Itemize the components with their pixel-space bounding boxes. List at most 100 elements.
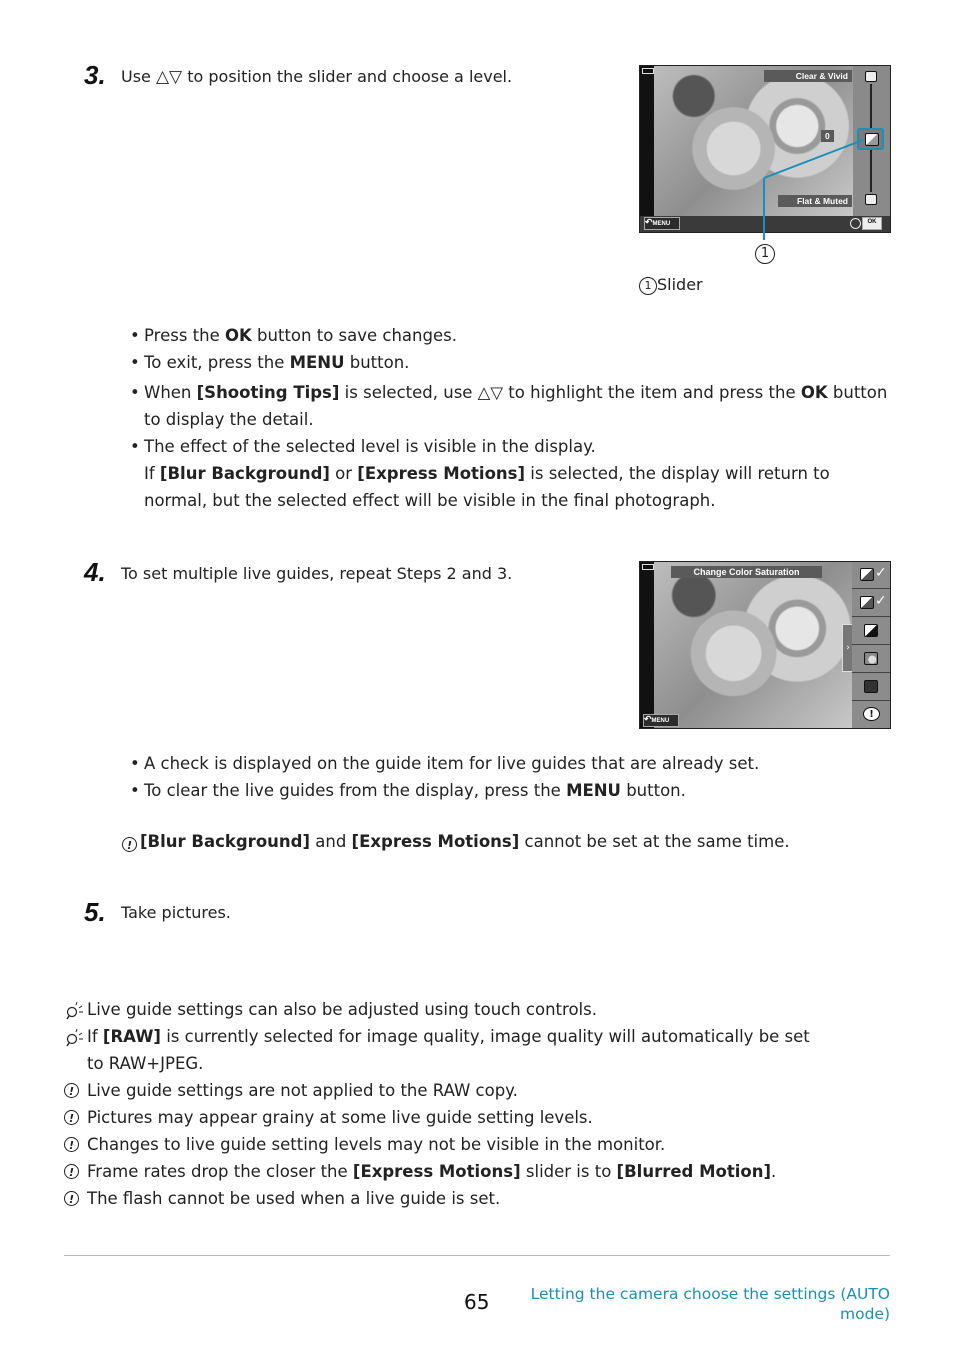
bullet-item: • To exit, press the MENU button. bbox=[130, 353, 410, 372]
text-run: is selected, use △▽ to highlight the ite… bbox=[339, 383, 801, 402]
text-run: Frame rates drop the closer the bbox=[87, 1162, 353, 1181]
up-down-arrows-icon: △▽ bbox=[155, 67, 183, 87]
bullet-continuation: If [Blur Background] or [Express Motions… bbox=[144, 460, 894, 514]
text-run: is currently selected for image quality,… bbox=[87, 1027, 810, 1073]
back-menu-button[interactable]: ↶MENU bbox=[644, 217, 680, 230]
text-run: and bbox=[310, 832, 352, 851]
screen-left-bar bbox=[640, 562, 654, 728]
guide-title-label: Change Color Saturation bbox=[671, 566, 822, 578]
caution-icon: ! bbox=[64, 1164, 79, 1179]
back-arrow-icon: ↶ bbox=[644, 714, 652, 724]
step-4-bullets: • A check is displayed on the guide item … bbox=[130, 750, 894, 804]
text-run: button. bbox=[344, 353, 410, 372]
caution-icon: ! bbox=[64, 1137, 79, 1152]
caution-note: ! The flash cannot be used when a live gu… bbox=[64, 1185, 824, 1212]
caution-icon: ! bbox=[64, 1110, 79, 1125]
step-3-number: 3. bbox=[84, 60, 106, 90]
guide-item-express-motions[interactable] bbox=[852, 674, 890, 701]
caution-note: ! Changes to live guide setting levels ma… bbox=[64, 1131, 824, 1158]
section-link[interactable]: Letting the camera choose the settings (… bbox=[530, 1284, 890, 1324]
step-4-instruction: To set multiple live guides, repeat Step… bbox=[121, 564, 513, 583]
text-run: To exit, press the bbox=[144, 353, 290, 372]
camera-screen-guides: Change Color Saturation › ✓ ✓ ! ↶MENU bbox=[639, 561, 891, 729]
caution-note: ! Frame rates drop the closer the [Expres… bbox=[64, 1158, 824, 1185]
text-run: cannot be set at the same time. bbox=[519, 832, 790, 851]
text-run: button to save changes. bbox=[251, 326, 457, 345]
check-icon: ✓ bbox=[875, 565, 887, 581]
bullet-item: • To clear the live guides from the displ… bbox=[130, 781, 686, 800]
back-menu-label: MENU bbox=[652, 221, 671, 227]
guide-item-color-saturation[interactable]: ✓ bbox=[852, 562, 890, 589]
color-tone-icon bbox=[860, 596, 874, 609]
bullet-item: • When [Shooting Tips] is selected, use △… bbox=[130, 383, 888, 429]
tip-lightbulb-icon bbox=[64, 1028, 84, 1056]
bold-term: [Express Motions] bbox=[357, 464, 526, 483]
step-3-bullets: • Press the OK button to save changes. • T… bbox=[130, 322, 894, 514]
bold-term: [Shooting Tips] bbox=[196, 383, 340, 402]
bold-term: OK bbox=[225, 326, 252, 345]
page-number: 65 bbox=[464, 1290, 490, 1314]
caution-icon: ! bbox=[122, 837, 137, 852]
footer-divider bbox=[64, 1255, 890, 1256]
bold-term: [RAW] bbox=[102, 1027, 161, 1046]
text-run: Pictures may appear grainy at some live … bbox=[87, 1108, 593, 1127]
bullet-item: • A check is displayed on the guide item … bbox=[130, 754, 760, 773]
bold-term: [Blurred Motion] bbox=[616, 1162, 772, 1181]
caution-icon: ! bbox=[64, 1191, 79, 1206]
guide-item-brightness[interactable] bbox=[852, 618, 890, 645]
text-run: or bbox=[329, 464, 358, 483]
bullet-item: • Press the OK button to save changes. bbox=[130, 326, 457, 345]
top-label: Clear & Vivid bbox=[764, 70, 852, 82]
text-run: Changes to live guide setting levels may… bbox=[87, 1135, 666, 1154]
guide-item-color-tone[interactable]: ✓ bbox=[852, 590, 890, 617]
slider-caption: 1 Slider bbox=[639, 275, 703, 295]
caution-note: ! Pictures may appear grainy at some live… bbox=[64, 1104, 824, 1131]
caution-note: ! Live guide settings are not applied to … bbox=[64, 1077, 824, 1104]
bold-term: [Express Motions] bbox=[351, 832, 520, 851]
guide-menu: ✓ ✓ ! bbox=[852, 562, 890, 728]
step-5-number: 5. bbox=[84, 897, 106, 927]
bold-term: OK bbox=[800, 383, 828, 402]
bullet-item: • The effect of the selected level is vis… bbox=[130, 437, 596, 456]
back-menu-button[interactable]: ↶MENU bbox=[643, 714, 679, 727]
bold-term: [Blur Background] bbox=[140, 832, 310, 851]
step-5-instruction: Take pictures. bbox=[121, 903, 231, 922]
text-run: button. bbox=[620, 781, 686, 800]
text-run: Live guide settings are not applied to t… bbox=[87, 1081, 518, 1100]
screen-left-bar bbox=[640, 66, 654, 216]
caution-icon: ! bbox=[64, 1083, 79, 1098]
bold-term: [Express Motions] bbox=[352, 1162, 521, 1181]
live-view-photo bbox=[654, 562, 853, 728]
step-4-note: ! [Blur Background] and [Express Motions]… bbox=[122, 828, 790, 855]
text-run: The effect of the selected level is visi… bbox=[144, 437, 596, 456]
color-saturation-icon bbox=[860, 568, 874, 581]
text-run: If bbox=[144, 464, 160, 483]
bold-term: MENU bbox=[289, 353, 345, 372]
bold-term: [Blur Background] bbox=[159, 464, 330, 483]
guide-item-blur-background[interactable] bbox=[852, 646, 890, 673]
slider-top-icon bbox=[865, 71, 877, 82]
step-3-text-before: Use bbox=[121, 67, 151, 86]
guide-item-shooting-tips[interactable]: ! bbox=[852, 702, 890, 728]
callout-number: 1 bbox=[755, 244, 775, 264]
text-run: When bbox=[144, 383, 197, 402]
tip-note: If [RAW] is currently selected for image… bbox=[64, 1023, 824, 1077]
text-run: Live guide settings can also be adjusted… bbox=[87, 1000, 597, 1019]
text-run: To clear the live guides from the displa… bbox=[144, 781, 567, 800]
blur-background-icon bbox=[864, 652, 878, 665]
step-3-text-after: to position the slider and choose a leve… bbox=[187, 67, 513, 86]
bold-term: MENU bbox=[566, 781, 621, 800]
step-3-instruction: Use △▽ to position the slider and choose… bbox=[121, 67, 512, 87]
express-motions-icon bbox=[864, 680, 878, 693]
shooting-tips-icon: ! bbox=[863, 707, 880, 721]
battery-icon bbox=[642, 564, 654, 570]
back-menu-label: MENU bbox=[651, 718, 670, 724]
back-arrow-icon: ↶ bbox=[645, 217, 653, 227]
check-icon: ✓ bbox=[875, 593, 887, 609]
text-run: A check is displayed on the guide item f… bbox=[144, 754, 760, 773]
battery-icon bbox=[642, 68, 654, 74]
tip-note: Live guide settings can also be adjusted… bbox=[64, 996, 824, 1023]
brightness-icon bbox=[864, 624, 878, 637]
text-run: Press the bbox=[144, 326, 225, 345]
notes-list: Live guide settings can also be adjusted… bbox=[64, 996, 824, 1212]
